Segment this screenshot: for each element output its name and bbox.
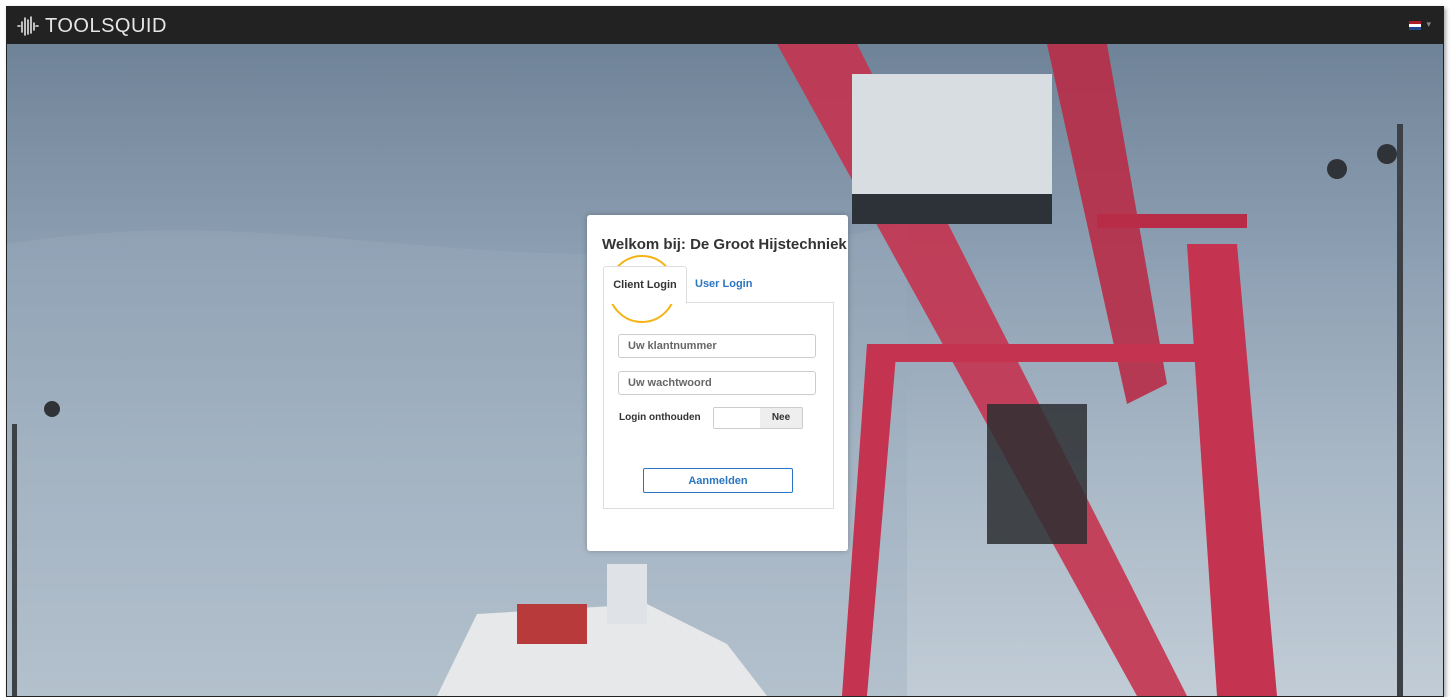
remember-login-label: Login onthouden bbox=[619, 412, 701, 423]
tab-user-login[interactable]: User Login bbox=[689, 266, 758, 302]
chevron-down-icon[interactable]: ▾ bbox=[1426, 19, 1431, 30]
toggle-value: Nee bbox=[760, 408, 802, 428]
client-number-input[interactable] bbox=[618, 334, 816, 358]
panel-title: Welkom bij: De Groot Hijstechniek bbox=[602, 236, 847, 253]
toggle-handle bbox=[714, 408, 760, 428]
brand-name: TOOLSQUID bbox=[45, 14, 167, 37]
netherlands-flag-icon[interactable] bbox=[1409, 21, 1421, 30]
remember-login-toggle[interactable]: Nee bbox=[713, 407, 803, 429]
client-login-form: Login onthouden Nee Aanmelden bbox=[603, 302, 834, 509]
login-submit-button[interactable]: Aanmelden bbox=[643, 468, 793, 493]
top-navbar: TOOLSQUID ▾ bbox=[7, 7, 1443, 45]
login-panel: Welkom bij: De Groot Hijstechniek Client… bbox=[587, 215, 848, 551]
soundwave-logo-icon bbox=[17, 16, 39, 36]
brand-logo[interactable]: TOOLSQUID bbox=[17, 14, 167, 38]
password-input[interactable] bbox=[618, 371, 816, 395]
tab-client-login[interactable]: Client Login bbox=[603, 266, 687, 304]
